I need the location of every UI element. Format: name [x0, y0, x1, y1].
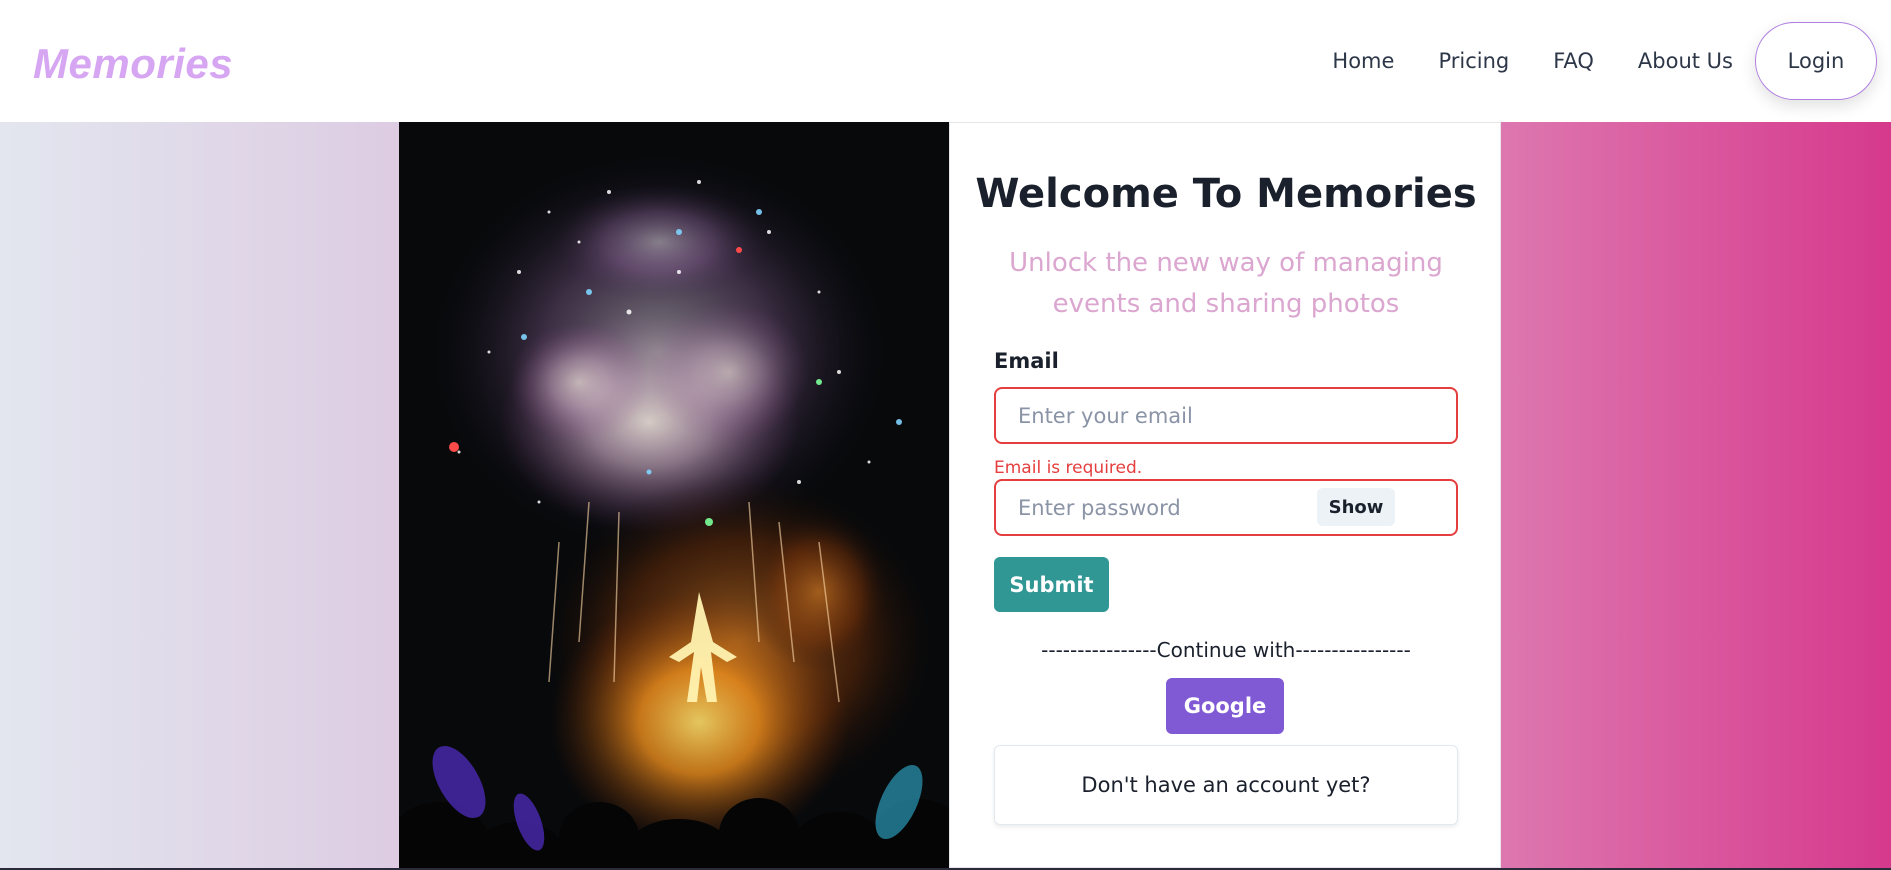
email-label: Email [994, 349, 1059, 373]
nav-links: Home Pricing FAQ About Us Login [1332, 0, 1891, 122]
nav-link-pricing[interactable]: Pricing [1438, 49, 1509, 73]
login-card: Welcome To Memories Unlock the new way o… [399, 122, 1501, 868]
form-subtitle: Unlock the new way of managing events an… [1009, 248, 1443, 319]
login-button[interactable]: Login [1755, 22, 1877, 100]
email-error-message: Email is required. [994, 458, 1143, 478]
submit-button[interactable]: Submit [994, 557, 1109, 612]
continue-with-divider: ----------------Continue with-----------… [1041, 638, 1411, 662]
form-title: Welcome To Memories [975, 171, 1477, 217]
fireworks-photo [399, 122, 949, 868]
signup-link[interactable]: Don't have an account yet? [994, 745, 1458, 825]
google-signin-button[interactable]: Google [1166, 678, 1284, 734]
email-input[interactable] [994, 387, 1458, 444]
fireworks-illustration [399, 122, 949, 868]
navbar: Memories Home Pricing FAQ About Us Login [0, 0, 1891, 122]
nav-link-about-us[interactable]: About Us [1638, 49, 1733, 73]
login-form: Welcome To Memories Unlock the new way o… [949, 122, 1501, 868]
logo[interactable]: Memories [33, 40, 233, 88]
nav-link-faq[interactable]: FAQ [1553, 49, 1594, 73]
show-password-button[interactable]: Show [1317, 488, 1395, 526]
nav-link-home[interactable]: Home [1332, 49, 1394, 73]
